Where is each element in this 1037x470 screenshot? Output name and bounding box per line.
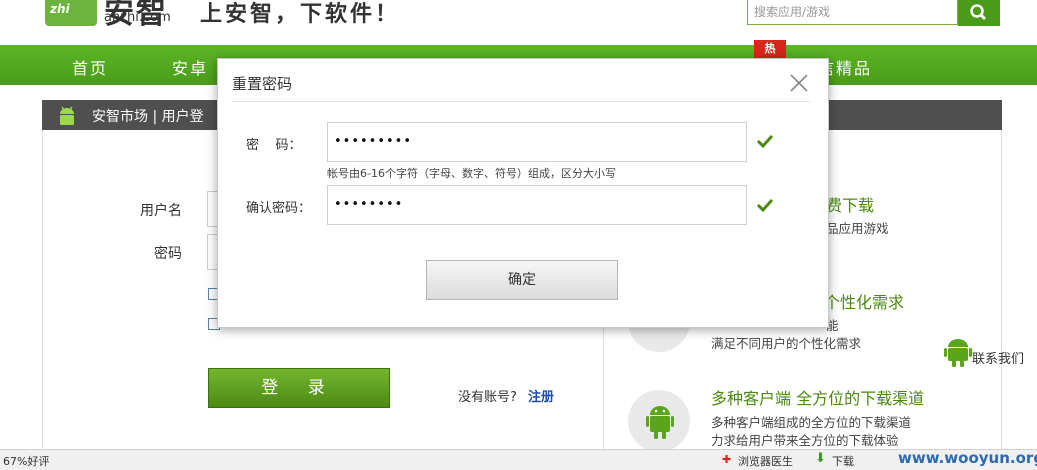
search-icon [970, 4, 987, 21]
android-icon [55, 105, 79, 131]
feature-desc-3a: 多种客户端组成的全方位的下载渠道 [711, 415, 912, 430]
check-icon [756, 133, 774, 149]
feature-desc-2b: 满足不同用户的个性化需求 [711, 336, 862, 351]
username-label: 用户名 [140, 203, 182, 219]
download-icon: ⬇ [815, 451, 826, 466]
watermark: www.wooyun.org [898, 449, 1037, 467]
search-button[interactable] [958, 0, 1000, 26]
browser-doctor-button[interactable]: 浏览器医生 [738, 453, 793, 469]
feature-desc-1: 品应用游戏 [826, 221, 889, 236]
contact-android-icon [944, 336, 972, 372]
password-label: 密码 [154, 246, 182, 262]
doctor-icon: ✚ [722, 453, 732, 466]
android-icon [646, 401, 674, 445]
status-bar [0, 449, 1037, 470]
breadcrumb[interactable]: 安智市场 | 用户登 [92, 106, 204, 126]
logo-zhi-text: zhi [50, 2, 70, 16]
contact-us-link[interactable]: 联系我们 [972, 348, 1024, 367]
password-hint: 帐号由6-16个字符（字母、数字、符号）组成，区分大小写 [327, 167, 616, 180]
download-button[interactable]: 下载 [832, 453, 854, 469]
search-input[interactable]: 搜索应用/游戏 [747, 0, 958, 25]
logo-domain: anzhi.com [104, 10, 171, 25]
no-account-text: 没有账号? [458, 390, 517, 405]
confirm-button[interactable]: 确定 [426, 260, 618, 300]
close-icon [790, 74, 808, 92]
check-icon [756, 197, 774, 213]
dialog-divider [232, 101, 810, 102]
slogan: 上安智，下软件！ [200, 1, 401, 27]
register-link[interactable]: 注册 [528, 386, 554, 405]
login-button[interactable]: 登 录 [208, 368, 390, 408]
new-password-label: 密 码： [246, 138, 302, 153]
feature-title-2: 个性化需求 [824, 293, 905, 312]
nav-item-home[interactable]: 首页 [72, 55, 108, 79]
feature-title-3: 多种客户端 全方位的下载渠道 [711, 389, 925, 408]
new-password-input[interactable]: ••••••••• [327, 122, 747, 162]
status-left-text: 67%好评 [3, 455, 50, 468]
confirm-password-input[interactable]: •••••••• [327, 185, 747, 225]
dialog-title: 重置密码 [232, 75, 293, 93]
close-button[interactable] [787, 72, 811, 94]
confirm-password-label: 确认密码： [246, 201, 312, 216]
hot-badge: 热 [754, 40, 786, 58]
feature-desc-3b: 力求给用户带来全方位的下载体验 [711, 433, 899, 448]
feature-title-1: 费下载 [826, 196, 875, 215]
nav-item-android[interactable]: 安卓 [172, 55, 208, 79]
